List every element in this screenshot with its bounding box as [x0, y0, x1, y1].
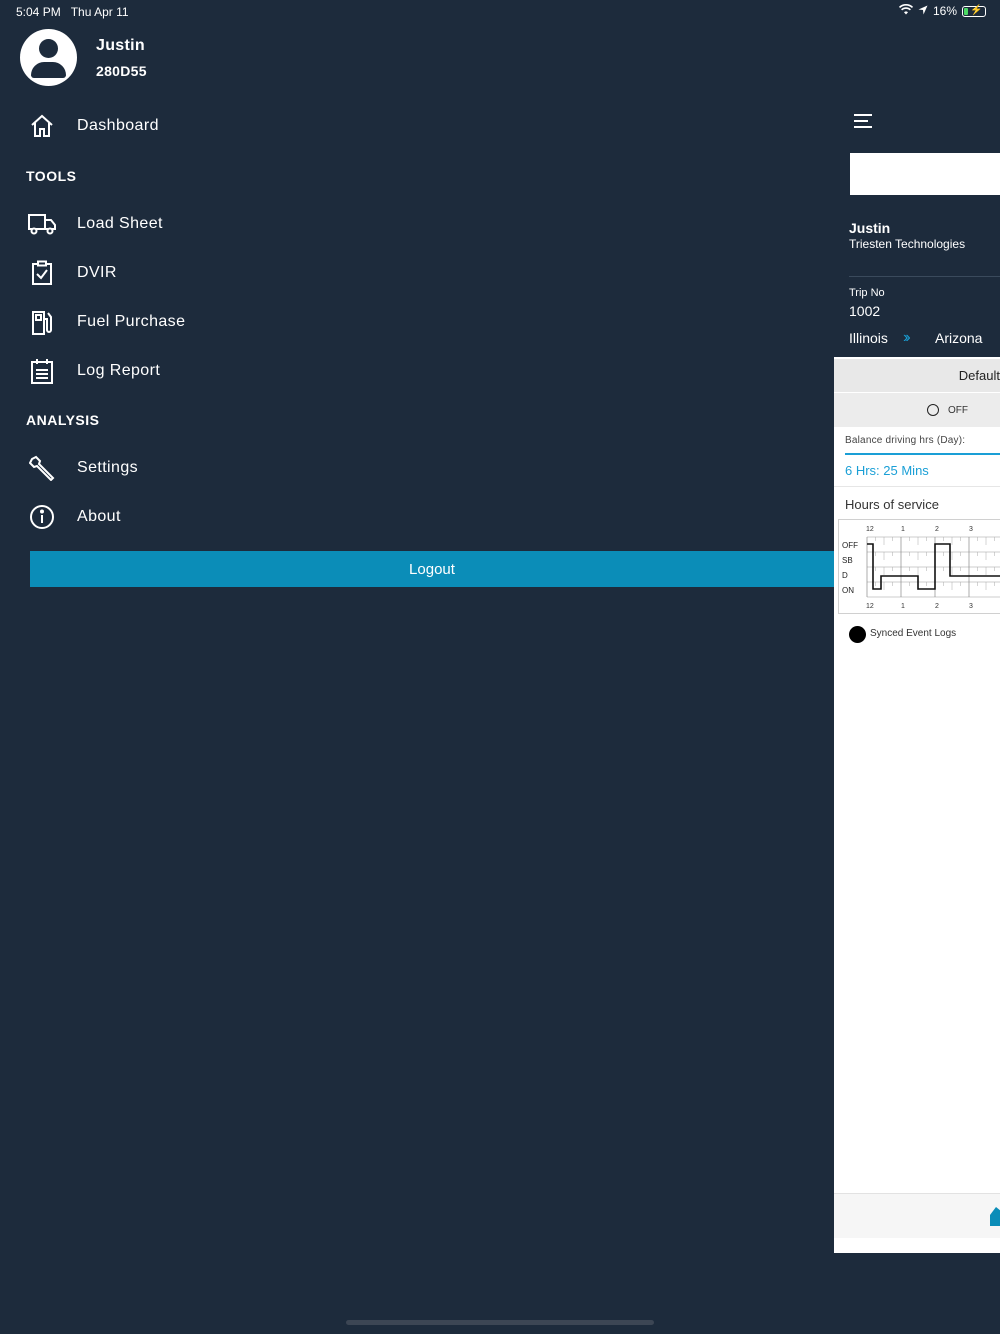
trip-destination: Arizona [935, 330, 983, 346]
nav-item-about[interactable]: About [28, 502, 121, 532]
nav-label-fuel-purchase: Fuel Purchase [77, 313, 186, 330]
default-bar[interactable]: Default [834, 359, 1000, 392]
duty-status-row[interactable]: OFF [834, 393, 1000, 427]
location-icon [918, 4, 928, 18]
hos-row-label: D [842, 571, 848, 580]
status-bar: 5:04 PM Thu Apr 11 16% ⚡ [0, 0, 1000, 24]
nav-label-settings: Settings [77, 459, 139, 476]
search-box[interactable] [850, 153, 1000, 195]
avatar[interactable] [20, 29, 77, 86]
logout-button[interactable]: Logout [30, 551, 834, 587]
company-name: Triesten Technologies [849, 237, 966, 251]
section-analysis: ANALYSIS [26, 412, 100, 428]
balance-underline [845, 453, 1000, 455]
nav-item-dashboard[interactable]: Dashboard [28, 111, 159, 141]
wifi-icon [898, 4, 914, 18]
hos-hour-top: 1 [901, 526, 905, 533]
bottom-bar [834, 1193, 1000, 1238]
balance-label: Balance driving hrs (Day): [845, 435, 966, 446]
fuel-pump-icon [28, 308, 56, 336]
profile-name: Justin [96, 36, 145, 54]
clipboard-check-icon [28, 259, 56, 287]
hos-hour-top: 2 [935, 526, 939, 533]
home-tab-icon[interactable] [986, 1206, 1000, 1231]
nav-item-load-sheet[interactable]: Load Sheet [28, 209, 163, 239]
driver-name: Justin [849, 220, 891, 236]
info-icon [28, 503, 56, 531]
legend-dot [849, 626, 866, 643]
hos-hour-bottom: 12 [866, 603, 874, 610]
hos-graph: 12 1 2 3 OFF SB D ON 12 1 2 3 [838, 519, 1000, 614]
nav-label-log-report: Log Report [77, 362, 161, 379]
hos-hour-bottom: 1 [901, 603, 905, 610]
section-tools: TOOLS [26, 168, 77, 184]
status-icons: 16% ⚡ [898, 4, 986, 18]
wrench-icon [28, 454, 56, 482]
hos-row-label: OFF [842, 541, 858, 550]
nav-label-about: About [77, 508, 121, 525]
status-time: 5:04 PM Thu Apr 11 [16, 5, 129, 19]
main-panel: Justin Triesten Technologies Trip No 100… [834, 85, 1000, 1253]
hos-hour-top: 3 [969, 526, 973, 533]
hos-grid [866, 536, 1000, 598]
nav-label-load-sheet: Load Sheet [77, 215, 163, 232]
nav-item-settings[interactable]: Settings [28, 453, 138, 483]
legend-label: Synced Event Logs [870, 628, 957, 639]
menu-icon[interactable] [854, 114, 874, 130]
trip-header: Justin Triesten Technologies Trip No 100… [834, 85, 1000, 357]
default-label: Default [958, 368, 1000, 383]
trip-origin: Illinois [849, 330, 888, 346]
hos-row-label: SB [842, 556, 853, 565]
hos-title: Hours of service [845, 497, 939, 512]
nav-label-dvir: DVIR [77, 264, 117, 281]
nav-label-dashboard: Dashboard [77, 117, 159, 134]
nav-item-log-report[interactable]: Log Report [28, 356, 160, 386]
calendar-list-icon [28, 357, 56, 385]
battery-icon: ⚡ [962, 5, 986, 17]
profile-code: 280D55 [96, 62, 147, 79]
hos-graph-svg: 12 1 2 3 OFF SB D ON 12 1 2 3 [842, 526, 1000, 610]
double-chevron-right-icon: ›› [903, 329, 910, 346]
trip-label: Trip No [849, 287, 885, 299]
nav-item-dvir[interactable]: DVIR [28, 258, 117, 288]
trip-number: 1002 [849, 303, 881, 319]
home-indicator [346, 1320, 654, 1325]
hos-divider [834, 486, 1000, 487]
balance-value: 6 Hrs: 25 Mins [845, 463, 929, 478]
radio-icon[interactable] [927, 404, 939, 416]
home-icon [28, 112, 56, 140]
hos-hour-top: 12 [866, 526, 874, 533]
hos-hour-bottom: 3 [969, 603, 973, 610]
battery-percent: 16% [932, 4, 957, 18]
hos-hour-bottom: 2 [935, 603, 939, 610]
nav-item-fuel-purchase[interactable]: Fuel Purchase [28, 307, 185, 337]
header-divider [849, 276, 1000, 277]
hos-row-label: ON [842, 586, 854, 595]
profile-header: Justin 280D55 [20, 29, 147, 86]
truck-icon [28, 210, 56, 238]
duty-status-label: OFF [948, 405, 968, 416]
